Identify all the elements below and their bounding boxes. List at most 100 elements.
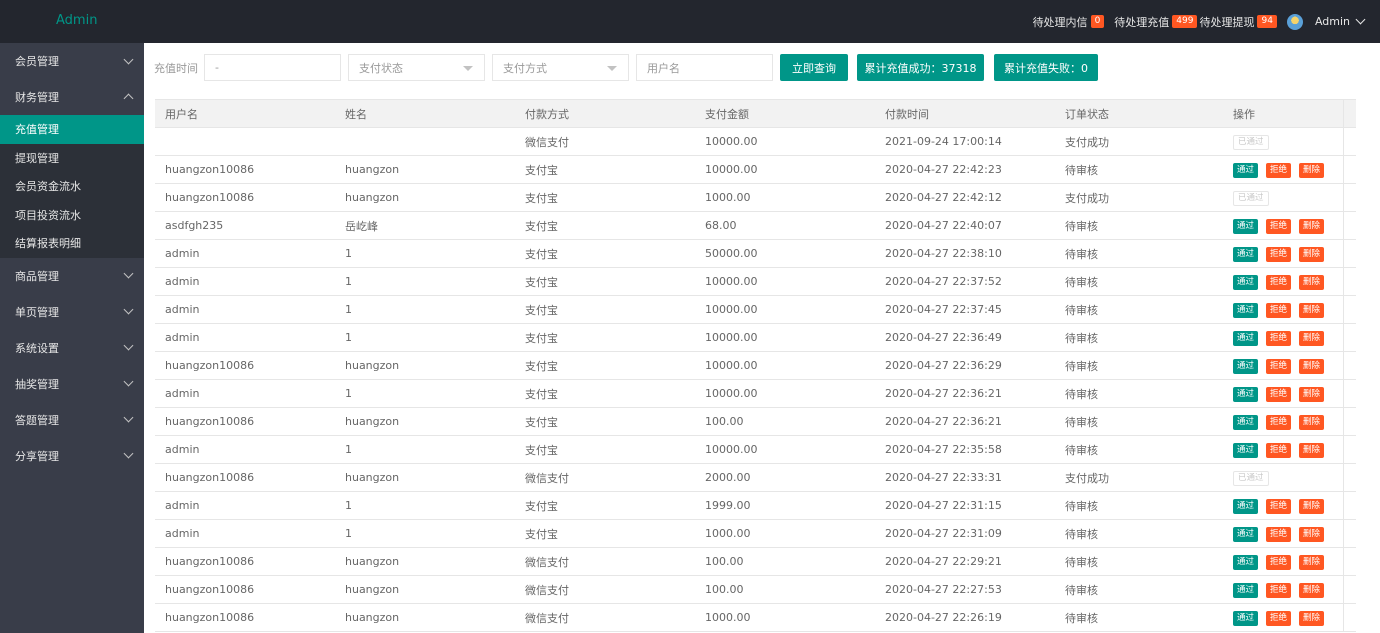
approve-button[interactable]: 通过 [1233,610,1259,626]
approve-button[interactable]: 通过 [1233,162,1259,178]
reject-button[interactable]: 拒绝 [1266,526,1292,542]
approve-button[interactable]: 通过 [1233,386,1259,402]
approve-button[interactable]: 通过 [1233,246,1259,262]
scrollbar-gutter[interactable] [1342,407,1356,436]
caret-down-icon [463,66,473,71]
scrollbar-gutter[interactable] [1342,603,1356,632]
sidebar-group-quiz[interactable]: 答题管理 [0,402,144,438]
approve-button[interactable]: 通过 [1233,582,1259,598]
sidebar-group-finance[interactable]: 财务管理 [0,79,144,115]
column-header[interactable]: 操作 [1223,99,1343,128]
search-button[interactable]: 立即查询 [780,54,848,81]
pay-method-select[interactable]: 支付方式 [492,54,629,81]
app-logo[interactable]: Admin [56,13,97,28]
scrollbar-gutter[interactable] [1342,323,1356,352]
column-header[interactable]: 用户名 [155,99,335,128]
scrollbar-gutter[interactable] [1342,351,1356,380]
approve-button[interactable]: 通过 [1233,554,1259,570]
notice-recharge[interactable]: 待处理充值 499 [1114,14,1198,30]
scrollbar-gutter[interactable] [1342,575,1356,604]
sidebar-group-settings[interactable]: 系统设置 [0,330,144,366]
scrollbar-gutter[interactable] [1342,239,1356,268]
total-fail-button[interactable]: 累计充值失败：0 [994,54,1098,81]
sidebar-item-withdraw[interactable]: 提现管理 [0,144,144,173]
total-success-button[interactable]: 累计充值成功：37318 [857,54,984,81]
user-dropdown[interactable]: Admin [1315,14,1366,28]
approve-button[interactable]: 通过 [1233,218,1259,234]
pay-status-select[interactable]: 支付状态 [348,54,485,81]
reject-button[interactable]: 拒绝 [1266,414,1292,430]
delete-button[interactable]: 删除 [1299,526,1325,542]
sidebar-item-settlement[interactable]: 结算报表明细 [0,229,144,258]
delete-button[interactable]: 删除 [1299,582,1325,598]
delete-button[interactable]: 删除 [1299,246,1325,262]
reject-button[interactable]: 拒绝 [1266,218,1292,234]
reject-button[interactable]: 拒绝 [1266,246,1292,262]
scrollbar-gutter[interactable] [1342,491,1356,520]
reject-button[interactable]: 拒绝 [1266,554,1292,570]
scrollbar-gutter[interactable] [1342,267,1356,296]
scrollbar-gutter[interactable] [1342,127,1356,156]
notice-messages[interactable]: 待处理内信 0 [1033,14,1105,30]
avatar[interactable] [1286,13,1303,30]
sidebar-item-project-invest[interactable]: 项目投资流水 [0,201,144,230]
approve-button[interactable]: 通过 [1233,358,1259,374]
recharge-time-input[interactable]: - [204,54,341,81]
reject-button[interactable]: 拒绝 [1266,498,1292,514]
scrollbar-gutter[interactable] [1342,211,1356,240]
sidebar-group-pages[interactable]: 单页管理 [0,294,144,330]
reject-button[interactable]: 拒绝 [1266,386,1292,402]
reject-button[interactable]: 拒绝 [1266,358,1292,374]
approve-button[interactable]: 通过 [1233,330,1259,346]
sidebar-group-lottery[interactable]: 抽奖管理 [0,366,144,402]
scrollbar-gutter[interactable] [1342,155,1356,184]
column-header[interactable]: 付款方式 [515,99,695,128]
approve-button[interactable]: 通过 [1233,442,1259,458]
reject-button[interactable]: 拒绝 [1266,330,1292,346]
delete-button[interactable]: 删除 [1299,610,1325,626]
sidebar-item-recharge[interactable]: 充值管理 [0,115,144,144]
reject-button[interactable]: 拒绝 [1266,442,1292,458]
reject-button[interactable]: 拒绝 [1266,582,1292,598]
sidebar-group-members[interactable]: 会员管理 [0,43,144,79]
reject-button[interactable]: 拒绝 [1266,274,1292,290]
delete-button[interactable]: 删除 [1299,386,1325,402]
delete-button[interactable]: 删除 [1299,414,1325,430]
delete-button[interactable]: 删除 [1299,162,1325,178]
approve-button[interactable]: 通过 [1233,414,1259,430]
reject-button[interactable]: 拒绝 [1266,610,1292,626]
scrollbar-gutter[interactable] [1342,519,1356,548]
approve-button[interactable]: 通过 [1233,302,1259,318]
scrollbar-gutter[interactable] [1342,547,1356,576]
cell-pay-time: 2020-04-27 22:29:21 [875,547,1055,576]
column-header[interactable]: 订单状态 [1055,99,1223,128]
sidebar-item-member-funds[interactable]: 会员资金流水 [0,172,144,201]
notice-withdraw[interactable]: 待处理提现 94 [1199,14,1277,30]
approve-button[interactable]: 通过 [1233,526,1259,542]
column-header[interactable]: 支付金额 [695,99,875,128]
delete-button[interactable]: 删除 [1299,302,1325,318]
column-header[interactable]: 付款时间 [875,99,1055,128]
delete-button[interactable]: 删除 [1299,274,1325,290]
delete-button[interactable]: 删除 [1299,554,1325,570]
scrollbar-gutter[interactable] [1342,99,1356,128]
approve-button[interactable]: 通过 [1233,274,1259,290]
cell-amount: 100.00 [695,547,875,576]
scrollbar-gutter[interactable] [1342,463,1356,492]
delete-button[interactable]: 删除 [1299,498,1325,514]
scrollbar-gutter[interactable] [1342,295,1356,324]
sidebar-group-share[interactable]: 分享管理 [0,438,144,474]
scrollbar-gutter[interactable] [1342,183,1356,212]
delete-button[interactable]: 删除 [1299,442,1325,458]
delete-button[interactable]: 删除 [1299,330,1325,346]
username-input[interactable]: 用户名 [636,54,773,81]
delete-button[interactable]: 删除 [1299,358,1325,374]
sidebar-group-products[interactable]: 商品管理 [0,258,144,294]
reject-button[interactable]: 拒绝 [1266,162,1292,178]
scrollbar-gutter[interactable] [1342,435,1356,464]
reject-button[interactable]: 拒绝 [1266,302,1292,318]
scrollbar-gutter[interactable] [1342,379,1356,408]
approve-button[interactable]: 通过 [1233,498,1259,514]
delete-button[interactable]: 删除 [1299,218,1325,234]
column-header[interactable]: 姓名 [335,99,515,128]
